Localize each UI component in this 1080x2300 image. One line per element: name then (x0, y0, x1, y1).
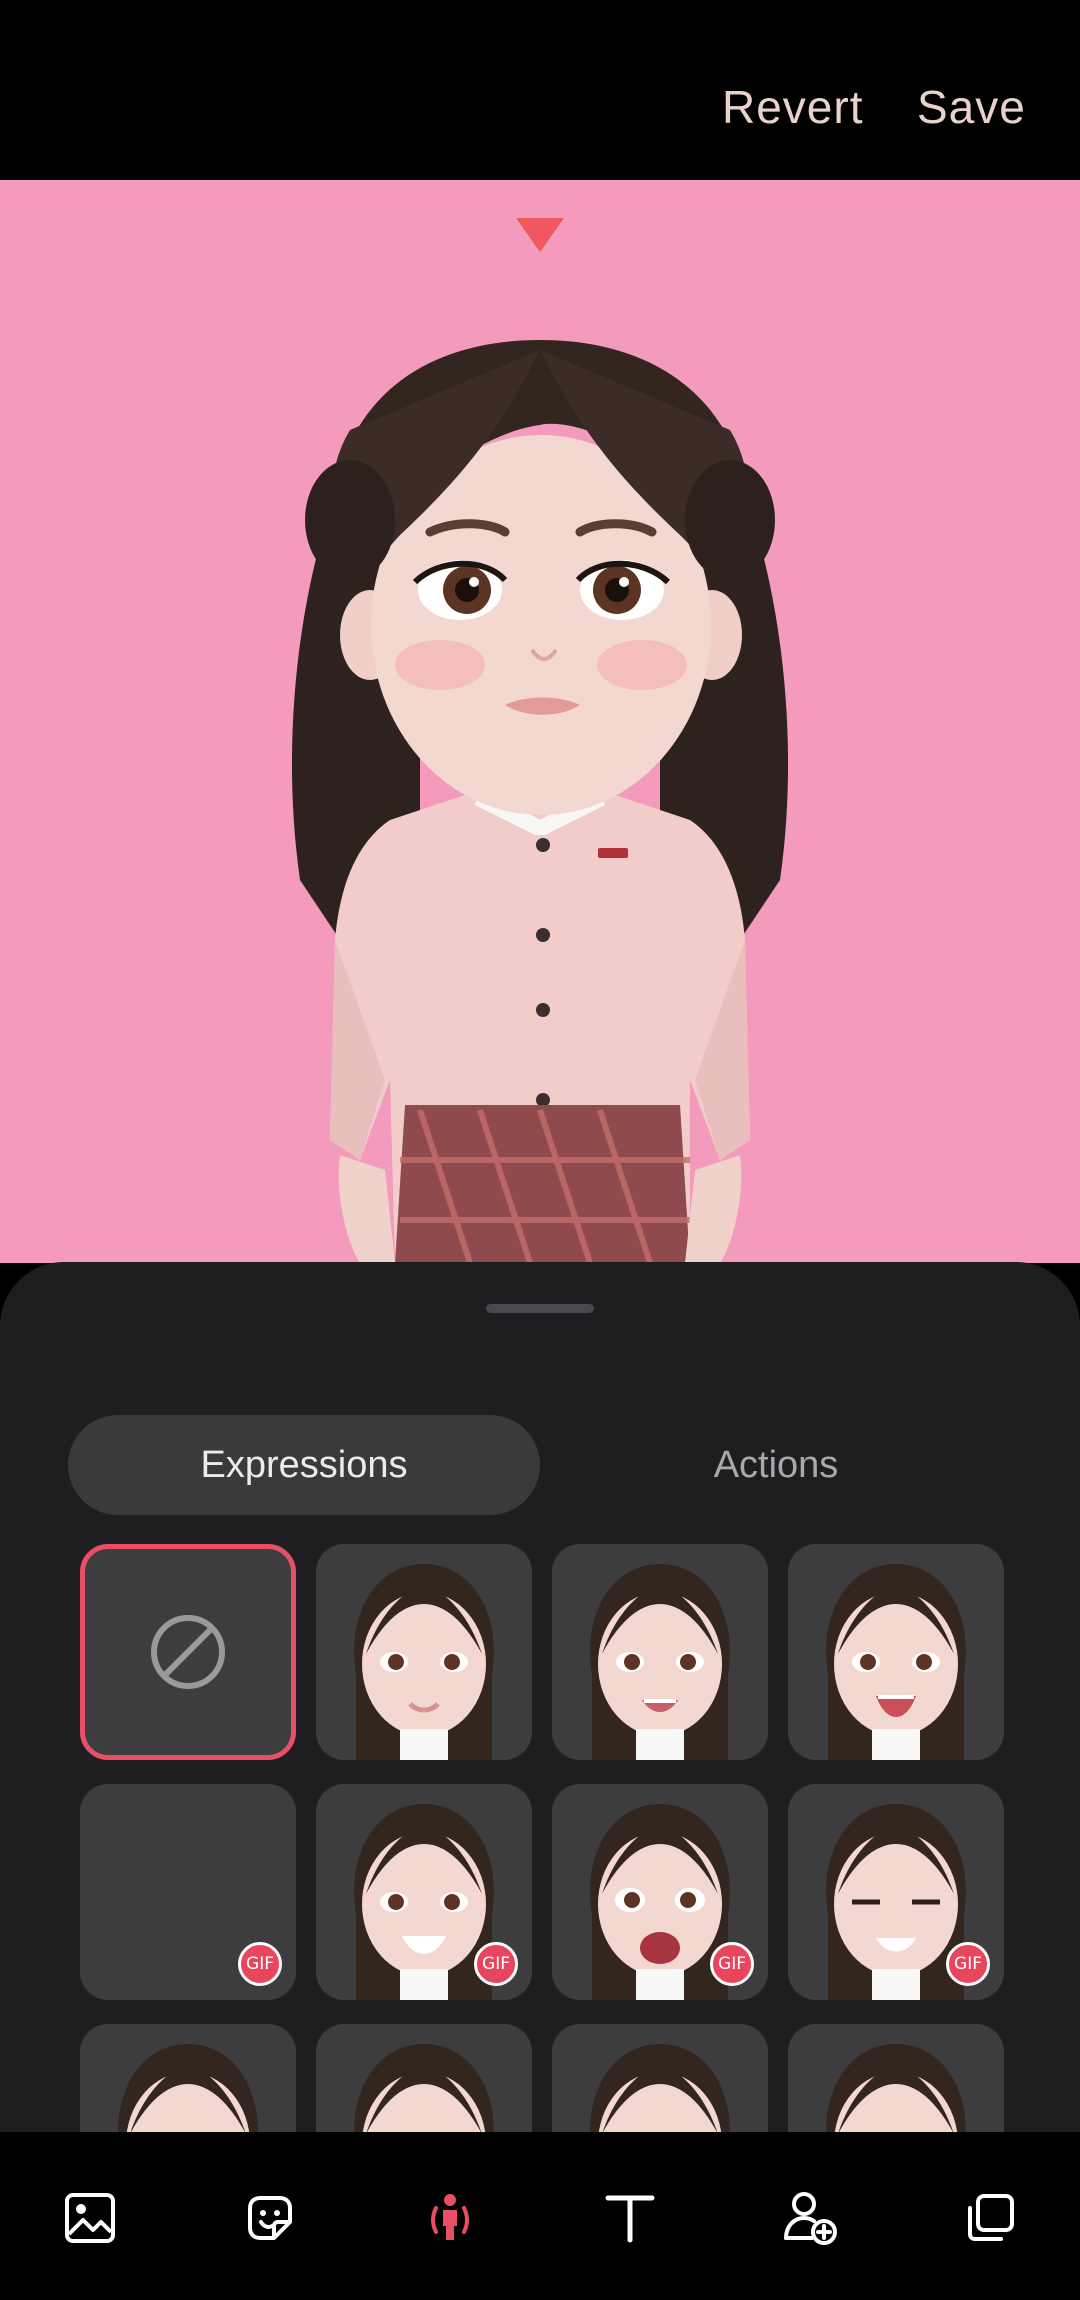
expression-thumbnail (826, 1564, 966, 1760)
avatar-preview[interactable] (0, 180, 1080, 1263)
text-icon (605, 2195, 655, 2243)
expression-item[interactable] (552, 2024, 768, 2132)
layers-button[interactable] (950, 2178, 1030, 2258)
expression-item[interactable] (316, 1544, 532, 1760)
expression-thumbnail (354, 1564, 494, 1760)
expression-thumbnail (826, 2044, 966, 2132)
drag-handle[interactable] (486, 1304, 594, 1313)
save-button[interactable]: Save (917, 80, 1026, 134)
bottom-toolbar (0, 2132, 1080, 2300)
revert-button[interactable]: Revert (722, 80, 863, 134)
no-expression-icon (151, 1615, 225, 1689)
expression-item[interactable]: GIF (552, 1784, 768, 2000)
tab-actions[interactable]: Actions (540, 1415, 1012, 1515)
expression-none-item[interactable] (80, 1544, 296, 1760)
expression-item[interactable] (788, 1544, 1004, 1760)
gif-badge: GIF (474, 1942, 518, 1986)
expression-item[interactable]: GIF (316, 1784, 532, 2000)
avatar-pose-button[interactable] (410, 2178, 490, 2258)
expression-thumbnail (590, 1564, 730, 1760)
add-person-icon (784, 2192, 837, 2245)
gallery-icon (65, 2193, 115, 2243)
sticker-icon (248, 2196, 292, 2240)
sticker-button[interactable] (230, 2178, 310, 2258)
expression-thumbnail (590, 2044, 730, 2132)
expression-item[interactable] (316, 2024, 532, 2132)
expression-item[interactable] (552, 1544, 768, 1760)
expression-item[interactable] (788, 2024, 1004, 2132)
expression-item[interactable]: GIF (80, 1784, 296, 2000)
gallery-button[interactable] (50, 2178, 130, 2258)
gif-badge: GIF (946, 1942, 990, 1986)
avatar-pose-icon (431, 2194, 469, 2240)
tab-expressions[interactable]: Expressions (68, 1415, 540, 1515)
gif-badge: GIF (238, 1942, 282, 1986)
expression-item[interactable] (80, 2024, 296, 2132)
layers-icon (968, 2194, 1014, 2241)
tab-bar: Expressions Actions (68, 1415, 1012, 1515)
expression-thumbnail (354, 2044, 494, 2132)
expression-thumbnail (118, 2044, 258, 2132)
top-bar: Revert Save (0, 0, 1080, 180)
text-button[interactable] (590, 2178, 670, 2258)
add-person-button[interactable] (770, 2178, 850, 2258)
expression-item[interactable]: GIF (788, 1784, 1004, 2000)
gif-badge: GIF (710, 1942, 754, 1986)
bottom-panel: Expressions Actions GIF GIF GIF GIF (0, 1262, 1080, 2132)
